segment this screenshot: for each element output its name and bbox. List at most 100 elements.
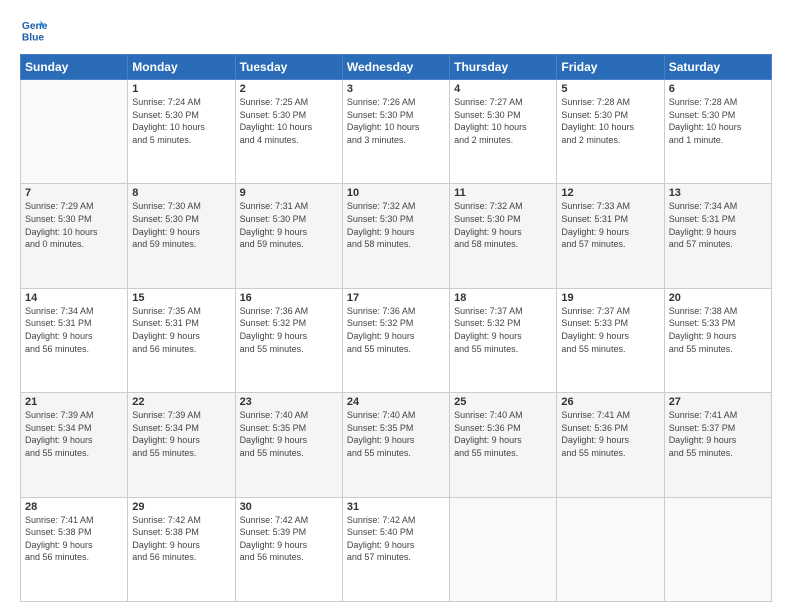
day-cell: 6Sunrise: 7:28 AM Sunset: 5:30 PM Daylig… (664, 80, 771, 184)
day-info: Sunrise: 7:42 AM Sunset: 5:40 PM Dayligh… (347, 514, 445, 564)
day-cell: 27Sunrise: 7:41 AM Sunset: 5:37 PM Dayli… (664, 393, 771, 497)
day-info: Sunrise: 7:37 AM Sunset: 5:32 PM Dayligh… (454, 305, 552, 355)
day-number: 25 (454, 396, 552, 408)
day-number: 9 (240, 187, 338, 199)
week-row-2: 7Sunrise: 7:29 AM Sunset: 5:30 PM Daylig… (21, 184, 772, 288)
day-number: 7 (25, 187, 123, 199)
day-number: 24 (347, 396, 445, 408)
day-info: Sunrise: 7:42 AM Sunset: 5:39 PM Dayligh… (240, 514, 338, 564)
day-number: 15 (132, 292, 230, 304)
day-cell: 24Sunrise: 7:40 AM Sunset: 5:35 PM Dayli… (342, 393, 449, 497)
day-cell: 20Sunrise: 7:38 AM Sunset: 5:33 PM Dayli… (664, 288, 771, 392)
day-info: Sunrise: 7:24 AM Sunset: 5:30 PM Dayligh… (132, 96, 230, 146)
day-number: 29 (132, 501, 230, 513)
day-number: 14 (25, 292, 123, 304)
day-info: Sunrise: 7:28 AM Sunset: 5:30 PM Dayligh… (561, 96, 659, 146)
day-number: 23 (240, 396, 338, 408)
day-info: Sunrise: 7:40 AM Sunset: 5:35 PM Dayligh… (240, 409, 338, 459)
day-number: 22 (132, 396, 230, 408)
col-header-sunday: Sunday (21, 55, 128, 80)
day-info: Sunrise: 7:37 AM Sunset: 5:33 PM Dayligh… (561, 305, 659, 355)
col-header-wednesday: Wednesday (342, 55, 449, 80)
day-cell: 21Sunrise: 7:39 AM Sunset: 5:34 PM Dayli… (21, 393, 128, 497)
day-number: 6 (669, 83, 767, 95)
day-cell: 14Sunrise: 7:34 AM Sunset: 5:31 PM Dayli… (21, 288, 128, 392)
week-row-1: 1Sunrise: 7:24 AM Sunset: 5:30 PM Daylig… (21, 80, 772, 184)
col-header-thursday: Thursday (450, 55, 557, 80)
week-row-5: 28Sunrise: 7:41 AM Sunset: 5:38 PM Dayli… (21, 497, 772, 601)
calendar-table: SundayMondayTuesdayWednesdayThursdayFrid… (20, 54, 772, 602)
day-number: 12 (561, 187, 659, 199)
day-info: Sunrise: 7:36 AM Sunset: 5:32 PM Dayligh… (347, 305, 445, 355)
day-info: Sunrise: 7:36 AM Sunset: 5:32 PM Dayligh… (240, 305, 338, 355)
day-cell: 29Sunrise: 7:42 AM Sunset: 5:38 PM Dayli… (128, 497, 235, 601)
day-number: 30 (240, 501, 338, 513)
day-cell: 3Sunrise: 7:26 AM Sunset: 5:30 PM Daylig… (342, 80, 449, 184)
svg-text:General: General (22, 21, 48, 32)
day-info: Sunrise: 7:39 AM Sunset: 5:34 PM Dayligh… (25, 409, 123, 459)
day-info: Sunrise: 7:26 AM Sunset: 5:30 PM Dayligh… (347, 96, 445, 146)
day-cell (450, 497, 557, 601)
day-info: Sunrise: 7:31 AM Sunset: 5:30 PM Dayligh… (240, 200, 338, 250)
day-number: 17 (347, 292, 445, 304)
day-cell: 22Sunrise: 7:39 AM Sunset: 5:34 PM Dayli… (128, 393, 235, 497)
day-number: 27 (669, 396, 767, 408)
day-number: 5 (561, 83, 659, 95)
day-info: Sunrise: 7:41 AM Sunset: 5:36 PM Dayligh… (561, 409, 659, 459)
day-cell: 25Sunrise: 7:40 AM Sunset: 5:36 PM Dayli… (450, 393, 557, 497)
day-number: 31 (347, 501, 445, 513)
day-cell (21, 80, 128, 184)
day-cell: 12Sunrise: 7:33 AM Sunset: 5:31 PM Dayli… (557, 184, 664, 288)
svg-text:Blue: Blue (22, 32, 45, 43)
logo-icon: General Blue (20, 16, 48, 44)
day-info: Sunrise: 7:39 AM Sunset: 5:34 PM Dayligh… (132, 409, 230, 459)
day-cell: 9Sunrise: 7:31 AM Sunset: 5:30 PM Daylig… (235, 184, 342, 288)
day-cell: 7Sunrise: 7:29 AM Sunset: 5:30 PM Daylig… (21, 184, 128, 288)
day-cell: 17Sunrise: 7:36 AM Sunset: 5:32 PM Dayli… (342, 288, 449, 392)
day-info: Sunrise: 7:38 AM Sunset: 5:33 PM Dayligh… (669, 305, 767, 355)
day-cell: 28Sunrise: 7:41 AM Sunset: 5:38 PM Dayli… (21, 497, 128, 601)
day-info: Sunrise: 7:34 AM Sunset: 5:31 PM Dayligh… (25, 305, 123, 355)
week-row-3: 14Sunrise: 7:34 AM Sunset: 5:31 PM Dayli… (21, 288, 772, 392)
day-info: Sunrise: 7:29 AM Sunset: 5:30 PM Dayligh… (25, 200, 123, 250)
day-number: 28 (25, 501, 123, 513)
day-number: 1 (132, 83, 230, 95)
day-info: Sunrise: 7:41 AM Sunset: 5:37 PM Dayligh… (669, 409, 767, 459)
day-cell: 4Sunrise: 7:27 AM Sunset: 5:30 PM Daylig… (450, 80, 557, 184)
day-number: 26 (561, 396, 659, 408)
day-info: Sunrise: 7:42 AM Sunset: 5:38 PM Dayligh… (132, 514, 230, 564)
col-header-friday: Friday (557, 55, 664, 80)
logo: General Blue (20, 16, 48, 44)
day-info: Sunrise: 7:33 AM Sunset: 5:31 PM Dayligh… (561, 200, 659, 250)
day-number: 18 (454, 292, 552, 304)
day-cell: 1Sunrise: 7:24 AM Sunset: 5:30 PM Daylig… (128, 80, 235, 184)
day-number: 11 (454, 187, 552, 199)
col-header-saturday: Saturday (664, 55, 771, 80)
day-info: Sunrise: 7:40 AM Sunset: 5:35 PM Dayligh… (347, 409, 445, 459)
day-cell: 11Sunrise: 7:32 AM Sunset: 5:30 PM Dayli… (450, 184, 557, 288)
day-cell: 23Sunrise: 7:40 AM Sunset: 5:35 PM Dayli… (235, 393, 342, 497)
header: General Blue (20, 16, 772, 44)
day-number: 8 (132, 187, 230, 199)
day-number: 20 (669, 292, 767, 304)
page: General Blue SundayMondayTuesdayWednesda… (0, 0, 792, 612)
day-cell: 15Sunrise: 7:35 AM Sunset: 5:31 PM Dayli… (128, 288, 235, 392)
day-cell: 30Sunrise: 7:42 AM Sunset: 5:39 PM Dayli… (235, 497, 342, 601)
day-info: Sunrise: 7:27 AM Sunset: 5:30 PM Dayligh… (454, 96, 552, 146)
week-row-4: 21Sunrise: 7:39 AM Sunset: 5:34 PM Dayli… (21, 393, 772, 497)
day-cell: 10Sunrise: 7:32 AM Sunset: 5:30 PM Dayli… (342, 184, 449, 288)
day-cell: 16Sunrise: 7:36 AM Sunset: 5:32 PM Dayli… (235, 288, 342, 392)
day-number: 2 (240, 83, 338, 95)
day-info: Sunrise: 7:41 AM Sunset: 5:38 PM Dayligh… (25, 514, 123, 564)
day-cell (557, 497, 664, 601)
day-info: Sunrise: 7:28 AM Sunset: 5:30 PM Dayligh… (669, 96, 767, 146)
calendar-header-row: SundayMondayTuesdayWednesdayThursdayFrid… (21, 55, 772, 80)
day-number: 19 (561, 292, 659, 304)
day-number: 13 (669, 187, 767, 199)
day-cell: 31Sunrise: 7:42 AM Sunset: 5:40 PM Dayli… (342, 497, 449, 601)
day-info: Sunrise: 7:34 AM Sunset: 5:31 PM Dayligh… (669, 200, 767, 250)
day-number: 4 (454, 83, 552, 95)
day-info: Sunrise: 7:32 AM Sunset: 5:30 PM Dayligh… (347, 200, 445, 250)
day-cell: 8Sunrise: 7:30 AM Sunset: 5:30 PM Daylig… (128, 184, 235, 288)
day-cell: 2Sunrise: 7:25 AM Sunset: 5:30 PM Daylig… (235, 80, 342, 184)
